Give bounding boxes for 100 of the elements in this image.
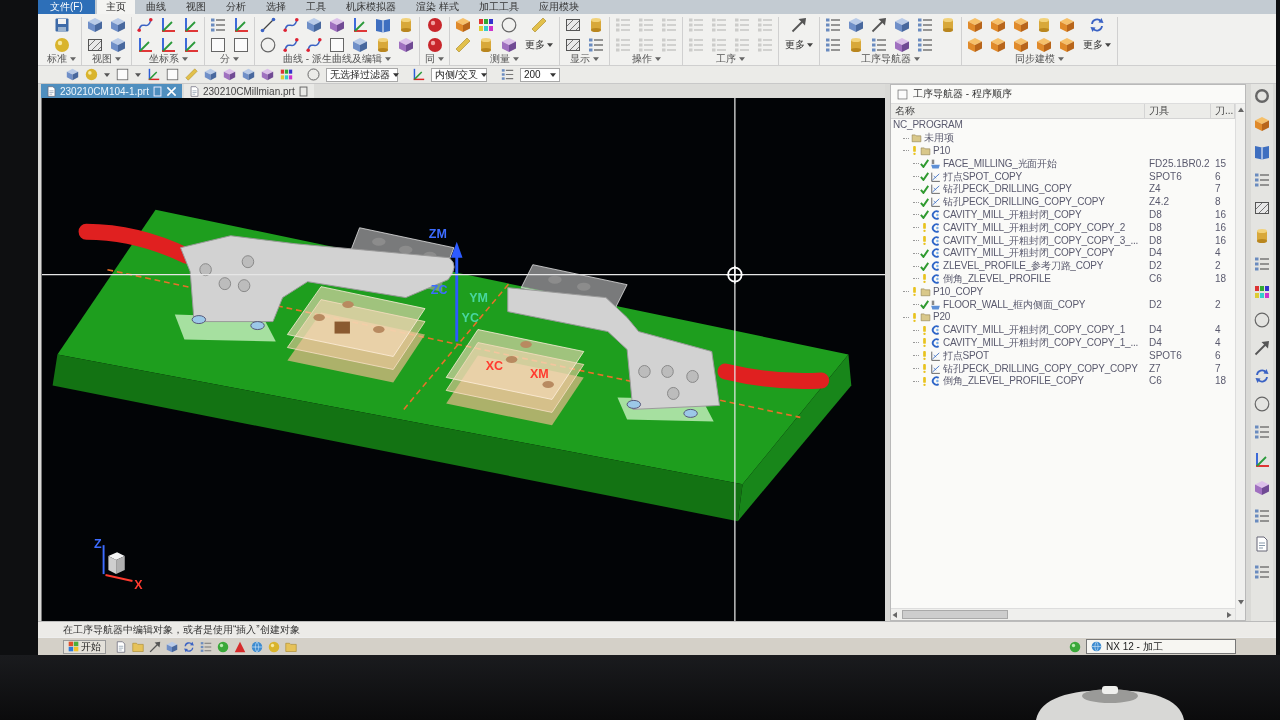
cube-icon[interactable] [894,17,910,33]
cube-icon[interactable] [1059,37,1075,53]
save-icon[interactable] [53,17,70,33]
tree-item[interactable]: CAVITY_MILL_开粗封闭_COPY_COPY_1 [943,324,1126,337]
list-icon[interactable] [1254,256,1270,272]
tree-item[interactable]: 钻孔PECK_DRILLING_COPY_COPY [943,196,1105,209]
document-tab[interactable]: 230210CMillmian.prt [183,84,314,98]
list-icon[interactable] [588,37,604,53]
tree-item[interactable]: FACE_MILLING_光面开始 [943,157,1057,170]
cube-icon[interactable] [110,37,126,53]
cube-icon[interactable] [329,17,345,33]
axes-icon[interactable] [352,17,368,33]
tree-item[interactable]: NC_PROGRAM [893,119,963,132]
book-icon[interactable] [375,17,391,33]
list-icon[interactable] [1254,424,1270,440]
cylinder-icon[interactable] [375,37,391,53]
axes-icon[interactable] [183,17,199,33]
close-icon[interactable] [165,85,177,97]
tree-item[interactable]: CAVITY_MILL_开粗封闭_COPY_COPY_3_... [943,234,1139,247]
tree-item[interactable]: 未用项 [924,132,954,145]
cylinder-icon[interactable] [398,17,414,33]
circle-icon[interactable] [501,17,517,33]
tree-item[interactable]: 打点SPOT_COPY [943,170,1022,183]
refresh-icon[interactable] [183,640,195,653]
right-arrow-icon[interactable] [1225,610,1233,619]
caret-icon[interactable] [914,57,920,61]
cube-icon[interactable] [306,17,322,33]
cube-icon[interactable] [1059,17,1075,33]
caret-icon[interactable] [513,57,519,61]
cube-icon[interactable] [223,68,236,81]
list-icon[interactable] [1254,564,1270,580]
caret-icon[interactable] [115,57,121,61]
cube-icon[interactable] [398,37,414,53]
axes-icon[interactable] [137,37,153,53]
cylinder-icon[interactable] [1036,17,1052,33]
menu-tab[interactable]: 选择 [256,0,295,14]
left-arrow-icon[interactable] [891,610,899,619]
ring-icon[interactable] [1254,88,1270,104]
book-icon[interactable] [1254,144,1270,160]
caret-icon[interactable] [181,57,188,61]
cylinder-icon[interactable] [1254,228,1270,244]
sphere-icon[interactable] [217,640,229,653]
taskbar-button[interactable]: NX 12 - 加工 [1086,639,1236,654]
list-icon[interactable] [825,17,841,33]
caret-icon[interactable] [70,57,76,61]
arrow-icon[interactable] [1254,340,1270,356]
cube-icon[interactable] [967,17,983,33]
list-icon[interactable] [825,37,841,53]
page-icon[interactable] [151,85,163,97]
cube-icon[interactable] [110,17,126,33]
dropdown[interactable]: 内侧/交叉 [431,67,487,82]
caret-icon[interactable] [135,72,141,77]
axes-icon[interactable] [160,17,176,33]
menu-tab[interactable]: 工具 [296,0,335,14]
cube-icon[interactable] [204,68,217,81]
cube-icon[interactable] [1013,37,1029,53]
ruler-icon[interactable] [531,17,547,33]
tree-item[interactable]: 倒角_ZLEVEL_PROFILE [943,272,1051,285]
menu-tab[interactable]: 应用模块 [529,0,588,14]
start-button[interactable]: 开始 [63,639,106,654]
page-icon[interactable] [297,85,309,97]
cube-icon[interactable] [894,37,910,53]
file-menu-button[interactable]: 文件(F) [38,0,95,14]
axes-icon[interactable] [1254,452,1270,468]
menu-tab[interactable]: 渲染 样式 [406,0,468,14]
circle-icon[interactable] [260,37,276,53]
menu-tab[interactable]: 曲线 [136,0,175,14]
menu-tab[interactable]: 机床模拟器 [336,0,405,14]
tree-item[interactable]: 钻孔PECK_DRILLING_COPY_COPY_COPY [943,362,1138,375]
caret-icon[interactable] [739,57,745,61]
refresh-icon[interactable] [1089,17,1105,33]
axes-icon[interactable] [160,37,176,53]
refresh-icon[interactable] [1254,368,1270,384]
cube-icon[interactable] [352,37,368,53]
square-icon[interactable] [233,37,249,53]
axes-icon[interactable] [233,17,249,33]
menu-tab[interactable]: 分析 [216,0,255,14]
cube-icon[interactable] [455,17,471,33]
sphere-icon[interactable] [1069,640,1081,653]
tree-item[interactable]: FLOOR_WALL_框内侧面_COPY [943,298,1086,311]
color-grid-icon[interactable] [478,17,494,33]
axes-icon[interactable] [412,68,425,81]
list-icon[interactable] [200,640,212,653]
list-icon[interactable] [917,17,933,33]
tree-item[interactable]: P10 [933,145,951,157]
cube-icon[interactable] [87,17,103,33]
menu-tab[interactable]: 视图 [176,0,215,14]
list-icon[interactable] [917,37,933,53]
tree-item[interactable]: 钻孔PECK_DRILLING_COPY [943,183,1072,196]
list-icon[interactable] [501,68,514,81]
up-arrow-icon[interactable] [1236,106,1245,114]
caret-icon[interactable] [104,72,110,77]
curve-icon[interactable] [283,37,299,53]
tree-item[interactable]: CAVITY_MILL_开粗封闭_COPY [943,208,1082,221]
line-icon[interactable] [260,17,276,33]
vertical-scrollbar[interactable] [1235,104,1245,620]
more-button[interactable]: 更多 [784,37,814,53]
cube-icon[interactable] [990,17,1006,33]
tree-item[interactable]: CAVITY_MILL_开粗封闭_COPY_COPY [943,247,1115,260]
menu-tab[interactable]: 主页 [96,0,135,14]
